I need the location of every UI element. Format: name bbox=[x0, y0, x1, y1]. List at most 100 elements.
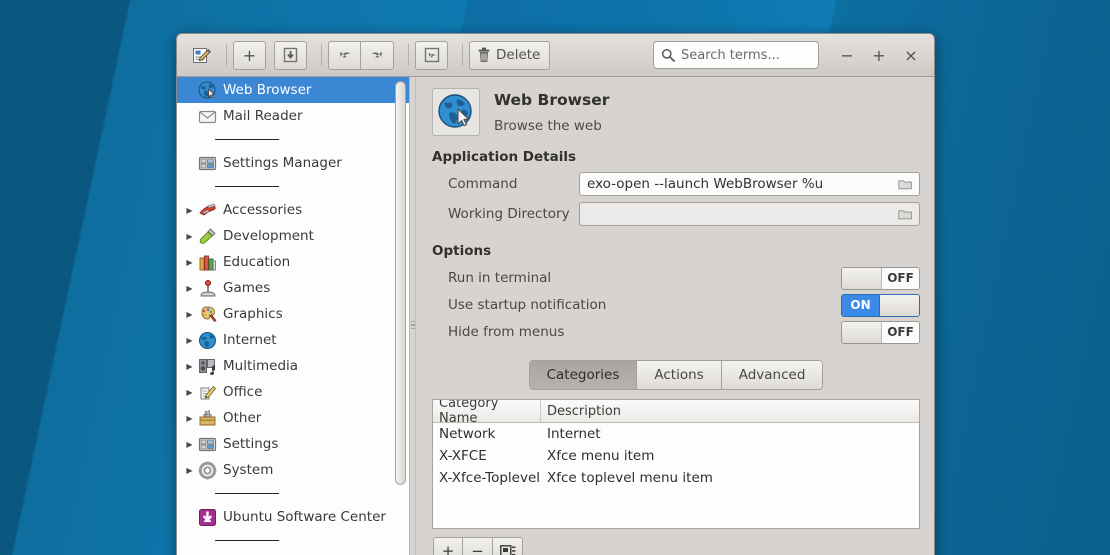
expand-arrow-icon[interactable]: ▶ bbox=[183, 284, 196, 293]
sidebar-vertical-scrollbar-thumb[interactable] bbox=[395, 81, 406, 485]
tree-item-label: Web Browser bbox=[223, 82, 312, 98]
tree-separator bbox=[177, 530, 409, 551]
delete-group: Delete bbox=[469, 40, 551, 70]
field-value-command: exo-open --launch WebBrowser %u bbox=[587, 176, 824, 192]
tree-item-web-browser[interactable]: ▶Web Browser bbox=[177, 77, 409, 103]
software-center-icon bbox=[196, 508, 218, 527]
expand-arrow-icon[interactable]: ▶ bbox=[183, 310, 196, 319]
column-header-description[interactable]: Description bbox=[541, 400, 919, 422]
field-input-working-directory[interactable] bbox=[579, 202, 920, 226]
new-submenu-group bbox=[274, 40, 307, 70]
edit-properties-button[interactable] bbox=[186, 41, 216, 69]
add-category-button[interactable]: + bbox=[433, 537, 463, 555]
application-details-fields: Command exo-open --launch WebBrowser %u Wo… bbox=[432, 171, 920, 231]
globe-icon bbox=[196, 331, 218, 350]
expand-arrow-icon[interactable]: ▶ bbox=[183, 388, 196, 397]
tree-separator bbox=[177, 483, 409, 504]
separator-line bbox=[215, 186, 279, 187]
toolbar-separator-2 bbox=[321, 44, 322, 66]
option-label-run-in-terminal: Run in terminal bbox=[448, 270, 552, 286]
table-row[interactable]: Network Internet bbox=[433, 423, 919, 445]
tree-item-games[interactable]: ▶ Games bbox=[177, 275, 409, 301]
books-icon bbox=[196, 253, 218, 272]
close-button[interactable]: × bbox=[896, 41, 926, 71]
detail-tabs[interactable]: Categories Actions Advanced bbox=[528, 360, 824, 390]
globe-cursor-icon bbox=[196, 81, 218, 100]
redo-icon bbox=[369, 48, 386, 63]
new-submenu-button[interactable] bbox=[274, 40, 307, 70]
tree-item-multimedia[interactable]: ▶ Multimedia bbox=[177, 353, 409, 379]
table-row[interactable]: X-Xfce-Toplevel Xfce toplevel menu item bbox=[433, 467, 919, 489]
categories-table[interactable]: Category Name Description Network Interne… bbox=[432, 399, 920, 529]
tree-item-mail-reader[interactable]: ▶Mail Reader bbox=[177, 103, 409, 129]
trash-icon bbox=[477, 47, 491, 63]
cell-category-name: X-XFCE bbox=[439, 448, 487, 464]
tab-advanced[interactable]: Advanced bbox=[721, 361, 823, 389]
field-label-command: Command bbox=[448, 176, 518, 192]
separator-line bbox=[215, 540, 279, 541]
expand-arrow-icon[interactable]: ▶ bbox=[183, 466, 196, 475]
browse-button-command[interactable] bbox=[892, 174, 918, 196]
folder-icon bbox=[897, 177, 914, 193]
column-header-category-name[interactable]: Category Name bbox=[433, 400, 541, 426]
field-label-working-directory: Working Directory bbox=[448, 206, 570, 222]
choose-category-button[interactable] bbox=[493, 537, 523, 555]
tree-item-label: Ubuntu Software Center bbox=[223, 509, 386, 525]
tree-item-label: Games bbox=[223, 280, 271, 296]
tree-item-system[interactable]: ▶ System bbox=[177, 457, 409, 483]
redo-button[interactable] bbox=[361, 40, 394, 70]
cell-category-name: X-Xfce-Toplevel bbox=[439, 470, 541, 486]
menu-tree[interactable]: ▶Web Browser▶Mail Reader▶Settings Manage… bbox=[177, 77, 409, 555]
tree-item-accessories[interactable]: ▶ Accessories bbox=[177, 197, 409, 223]
tree-item-other[interactable]: ▶ Other bbox=[177, 405, 409, 431]
gear-icon bbox=[196, 461, 218, 480]
option-toggle-use-startup-notification[interactable]: ON bbox=[841, 293, 920, 317]
globe-cursor-icon bbox=[437, 93, 475, 131]
new-item-button[interactable]: + bbox=[233, 40, 266, 70]
option-toggle-hide-from-menus[interactable]: OFF bbox=[841, 320, 920, 344]
undo-button[interactable] bbox=[328, 40, 361, 70]
expand-arrow-icon[interactable]: ▶ bbox=[183, 206, 196, 215]
expand-arrow-icon[interactable]: ▶ bbox=[183, 440, 196, 449]
browse-button-working-directory[interactable] bbox=[892, 204, 918, 226]
field-row-command: Command exo-open --launch WebBrowser %u bbox=[432, 171, 920, 197]
tree-item-internet[interactable]: ▶ Internet bbox=[177, 327, 409, 353]
tab-actions[interactable]: Actions bbox=[637, 361, 722, 389]
tree-item-education[interactable]: ▶ Education bbox=[177, 249, 409, 275]
tree-item-settings[interactable]: ▶ Settings bbox=[177, 431, 409, 457]
search-input[interactable] bbox=[681, 47, 811, 63]
tree-item-label: Education bbox=[223, 254, 291, 270]
option-toggle-run-in-terminal[interactable]: OFF bbox=[841, 266, 920, 290]
tree-item-settings-manager[interactable]: ▶Settings Manager bbox=[177, 150, 409, 176]
expand-arrow-icon[interactable]: ▶ bbox=[183, 232, 196, 241]
field-input-command[interactable]: exo-open --launch WebBrowser %u bbox=[579, 172, 920, 196]
delete-button[interactable]: Delete bbox=[469, 40, 551, 70]
minimize-button[interactable]: − bbox=[832, 41, 862, 71]
expand-arrow-icon[interactable]: ▶ bbox=[183, 336, 196, 345]
tree-item-office[interactable]: ▶ Office bbox=[177, 379, 409, 405]
sidebar-vertical-scrollbar[interactable] bbox=[395, 81, 406, 555]
expand-arrow-icon[interactable]: ▶ bbox=[183, 414, 196, 423]
option-label-hide-from-menus: Hide from menus bbox=[448, 324, 565, 340]
tree-item-label: Office bbox=[223, 384, 263, 400]
maximize-button[interactable]: + bbox=[864, 41, 894, 71]
remove-category-button[interactable]: − bbox=[463, 537, 493, 555]
tab-label: Advanced bbox=[738, 367, 806, 383]
option-label-use-startup-notification: Use startup notification bbox=[448, 297, 607, 313]
application-details-heading: Application Details bbox=[432, 149, 577, 165]
tree-item-ubuntu-software-center[interactable]: ▶Ubuntu Software Center bbox=[177, 504, 409, 530]
envelope-icon bbox=[196, 107, 218, 126]
tree-item-development[interactable]: ▶ Development bbox=[177, 223, 409, 249]
expand-arrow-icon[interactable]: ▶ bbox=[183, 258, 196, 267]
table-row[interactable]: X-XFCE Xfce menu item bbox=[433, 445, 919, 467]
tab-categories[interactable]: Categories bbox=[529, 361, 638, 389]
search-field[interactable] bbox=[653, 41, 819, 69]
tree-item-graphics[interactable]: ▶ Graphics bbox=[177, 301, 409, 327]
separator-line bbox=[215, 493, 279, 494]
options-list: Run in terminal OFF Use startup notificati… bbox=[432, 265, 920, 345]
app-icon-button[interactable] bbox=[432, 88, 480, 136]
expand-arrow-icon[interactable]: ▶ bbox=[183, 362, 196, 371]
undo-redo-group bbox=[328, 40, 394, 70]
revert-button[interactable] bbox=[415, 40, 448, 70]
speaker-note-icon bbox=[196, 357, 218, 376]
